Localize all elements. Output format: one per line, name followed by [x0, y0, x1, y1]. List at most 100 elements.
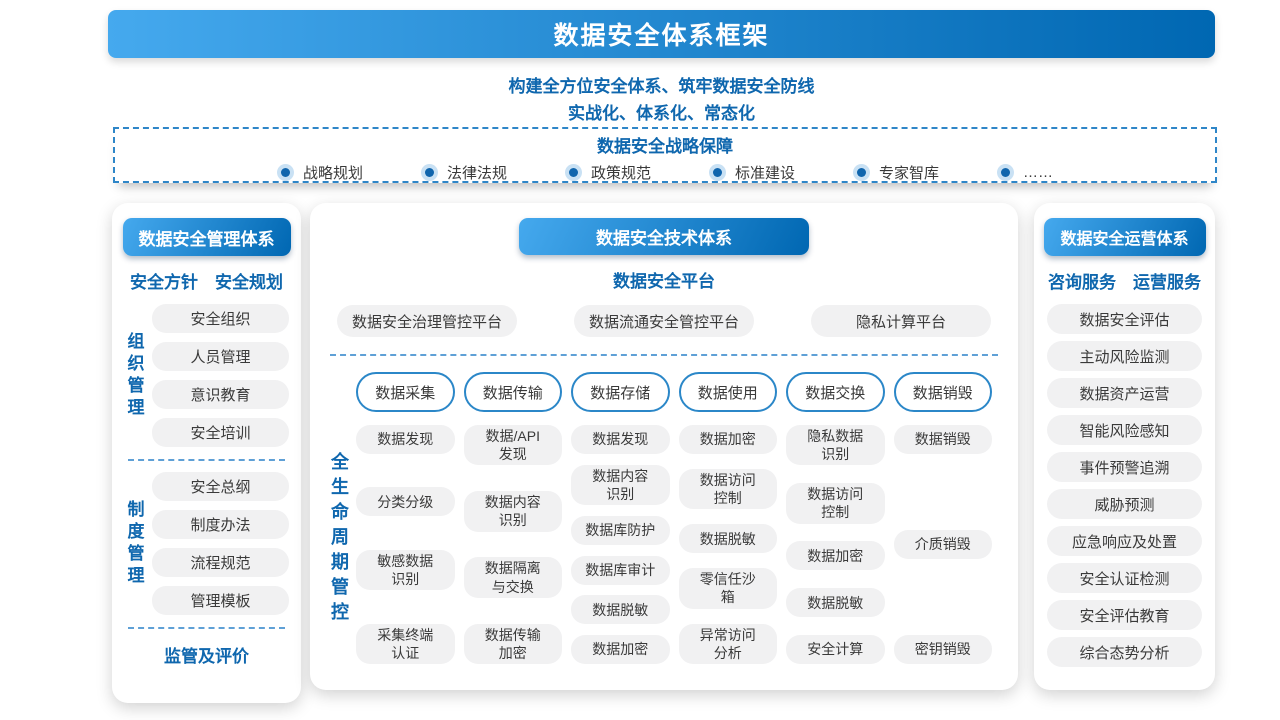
- operation-item: 安全认证检测: [1047, 563, 1202, 593]
- operation-card-header: 数据安全运营体系: [1044, 218, 1206, 256]
- stage-item: 数据加密: [571, 635, 670, 664]
- stage-item-list: 隐私数据 识别 数据访问 控制 数据加密 数据脱敏 安全计算: [786, 425, 885, 664]
- stage-item-list: 数据发现 分类分级 敏感数据 识别 采集终端 认证: [356, 425, 455, 664]
- management-subtitle: 安全方针 安全规划: [112, 268, 301, 293]
- platform-pill: 数据安全治理管控平台: [337, 305, 517, 337]
- stage-item: 采集终端 认证: [356, 624, 455, 664]
- bullet-icon: [421, 164, 438, 181]
- operation-item: 威胁预测: [1047, 489, 1202, 519]
- operation-item: 事件预警追溯: [1047, 452, 1202, 482]
- strategy-item: 战略规划: [277, 162, 363, 183]
- dashed-divider: [128, 459, 285, 461]
- subtitle-line-2: 实战化、体系化、常态化: [108, 99, 1215, 124]
- stage-item: 数据传输 加密: [464, 624, 563, 664]
- strategy-item: 法律法规: [421, 162, 507, 183]
- stage-item: 数据库审计: [571, 556, 670, 585]
- strategy-item: 标准建设: [709, 162, 795, 183]
- management-card-header: 数据安全管理体系: [123, 218, 291, 256]
- stage-item: 数据访问 控制: [679, 469, 778, 509]
- stage-item: 数据加密: [679, 425, 778, 454]
- dashed-divider: [330, 354, 998, 356]
- stage-item: 分类分级: [356, 487, 455, 516]
- stage-item: 安全计算: [786, 635, 885, 664]
- management-item: 人员管理: [152, 342, 289, 371]
- strategy-item-label: 政策规范: [591, 162, 651, 183]
- strategy-items-row: 战略规划 法律法规 政策规范 标准建设 专家智库 ……: [115, 162, 1215, 183]
- management-item: 安全组织: [152, 304, 289, 333]
- lifecycle-section: 全生命周期管控 数据采集 数据发现 分类分级 敏感数据 识别 采集终端 认证 数…: [322, 372, 992, 664]
- stage-item: 数据发现: [356, 425, 455, 454]
- operation-pill-list: 数据安全评估 主动风险监测 数据资产运营 智能风险感知 事件预警追溯 威胁预测 …: [1047, 304, 1202, 667]
- stage-item: 数据加密: [786, 541, 885, 570]
- stage-column-destroy: 数据销毁 数据销毁 介质销毁 密钥销毁: [894, 372, 993, 664]
- stage-item: 数据脱敏: [679, 524, 778, 553]
- operation-item: 数据资产运营: [1047, 378, 1202, 408]
- technology-system-card: 数据安全技术体系 数据安全平台 数据安全治理管控平台 数据流通安全管控平台 隐私…: [310, 203, 1018, 690]
- management-item: 安全总纲: [152, 472, 289, 501]
- operation-subtitle: 咨询服务 运营服务: [1034, 268, 1215, 293]
- stage-item: 数据隔离 与交换: [464, 557, 563, 597]
- stage-column-usage: 数据使用 数据加密 数据访问 控制 数据脱敏 零信任沙 箱 异常访问 分析: [679, 372, 778, 664]
- platform-pill: 隐私计算平台: [811, 305, 991, 337]
- group-pill-list: 安全组织 人员管理 意识教育 安全培训: [152, 304, 289, 447]
- operation-item: 数据安全评估: [1047, 304, 1202, 334]
- stage-column-exchange: 数据交换 隐私数据 识别 数据访问 控制 数据加密 数据脱敏 安全计算: [786, 372, 885, 664]
- dashed-divider: [128, 627, 285, 629]
- strategy-item-label: 法律法规: [447, 162, 507, 183]
- technology-title: 数据安全技术体系: [596, 224, 732, 249]
- strategy-item-label: 战略规划: [303, 162, 363, 183]
- management-title: 数据安全管理体系: [139, 225, 275, 250]
- group-pill-list: 安全总纲 制度办法 流程规范 管理模板: [152, 472, 289, 615]
- stage-item: 数据发现: [571, 425, 670, 454]
- strategy-item-label: 专家智库: [879, 162, 939, 183]
- stage-pill: 数据采集: [356, 372, 455, 412]
- stage-column-transfer: 数据传输 数据/API 发现 数据内容 识别 数据隔离 与交换 数据传输 加密: [464, 372, 563, 664]
- stage-pill: 数据销毁: [894, 372, 993, 412]
- strategy-item: ……: [997, 162, 1053, 183]
- group-label-vertical: 制度管理: [120, 472, 148, 615]
- stage-item: 数据脱敏: [571, 595, 670, 624]
- operation-item: 安全评估教育: [1047, 600, 1202, 630]
- stage-pill: 数据传输: [464, 372, 563, 412]
- bullet-icon: [277, 164, 294, 181]
- platform-pill: 数据流通安全管控平台: [574, 305, 754, 337]
- stage-pill: 数据交换: [786, 372, 885, 412]
- strategy-title: 数据安全战略保障: [115, 132, 1215, 157]
- strategy-item: 政策规范: [565, 162, 651, 183]
- bullet-icon: [565, 164, 582, 181]
- framework-diagram: 数据安全体系框架 构建全方位安全体系、筑牢数据安全防线 实战化、体系化、常态化 …: [0, 0, 1280, 720]
- management-footer: 监管及评价: [112, 642, 301, 667]
- stage-pill: 数据存储: [571, 372, 670, 412]
- stage-item: 敏感数据 识别: [356, 550, 455, 590]
- bullet-icon: [997, 164, 1014, 181]
- banner-title-bar: 数据安全体系框架: [108, 10, 1215, 58]
- management-system-card: 数据安全管理体系 安全方针 安全规划 组织管理 安全组织 人员管理 意识教育 安…: [112, 203, 301, 703]
- stage-item: 密钥销毁: [894, 635, 993, 664]
- platform-pill-row: 数据安全治理管控平台 数据流通安全管控平台 隐私计算平台: [337, 305, 991, 337]
- stage-item: 隐私数据 识别: [786, 425, 885, 465]
- stage-column-storage: 数据存储 数据发现 数据内容 识别 数据库防护 数据库审计 数据脱敏 数据加密: [571, 372, 670, 664]
- management-item: 意识教育: [152, 380, 289, 409]
- operation-item: 智能风险感知: [1047, 415, 1202, 445]
- operation-item: 应急响应及处置: [1047, 526, 1202, 556]
- operation-item: 综合态势分析: [1047, 637, 1202, 667]
- stage-item: 数据库防护: [571, 516, 670, 545]
- management-item: 流程规范: [152, 548, 289, 577]
- management-item: 制度办法: [152, 510, 289, 539]
- management-group-organization: 组织管理 安全组织 人员管理 意识教育 安全培训: [120, 304, 289, 447]
- stage-item: 数据销毁: [894, 425, 993, 454]
- stage-column-collect: 数据采集 数据发现 分类分级 敏感数据 识别 采集终端 认证: [356, 372, 455, 664]
- page-title: 数据安全体系框架: [553, 16, 769, 52]
- strategy-item-label: ……: [1023, 164, 1053, 181]
- management-group-policy: 制度管理 安全总纲 制度办法 流程规范 管理模板: [120, 472, 289, 615]
- stage-item: 数据内容 识别: [464, 491, 563, 531]
- stage-item: 零信任沙 箱: [679, 568, 778, 608]
- technology-card-header: 数据安全技术体系: [519, 218, 809, 255]
- stage-item-list: 数据发现 数据内容 识别 数据库防护 数据库审计 数据脱敏 数据加密: [571, 425, 670, 664]
- stage-item: 数据内容 识别: [571, 465, 670, 505]
- group-label-vertical: 组织管理: [120, 304, 148, 447]
- platform-section-title: 数据安全平台: [310, 267, 1018, 292]
- strategy-item: 专家智库: [853, 162, 939, 183]
- management-item: 管理模板: [152, 586, 289, 615]
- stage-item: 介质销毁: [894, 530, 993, 559]
